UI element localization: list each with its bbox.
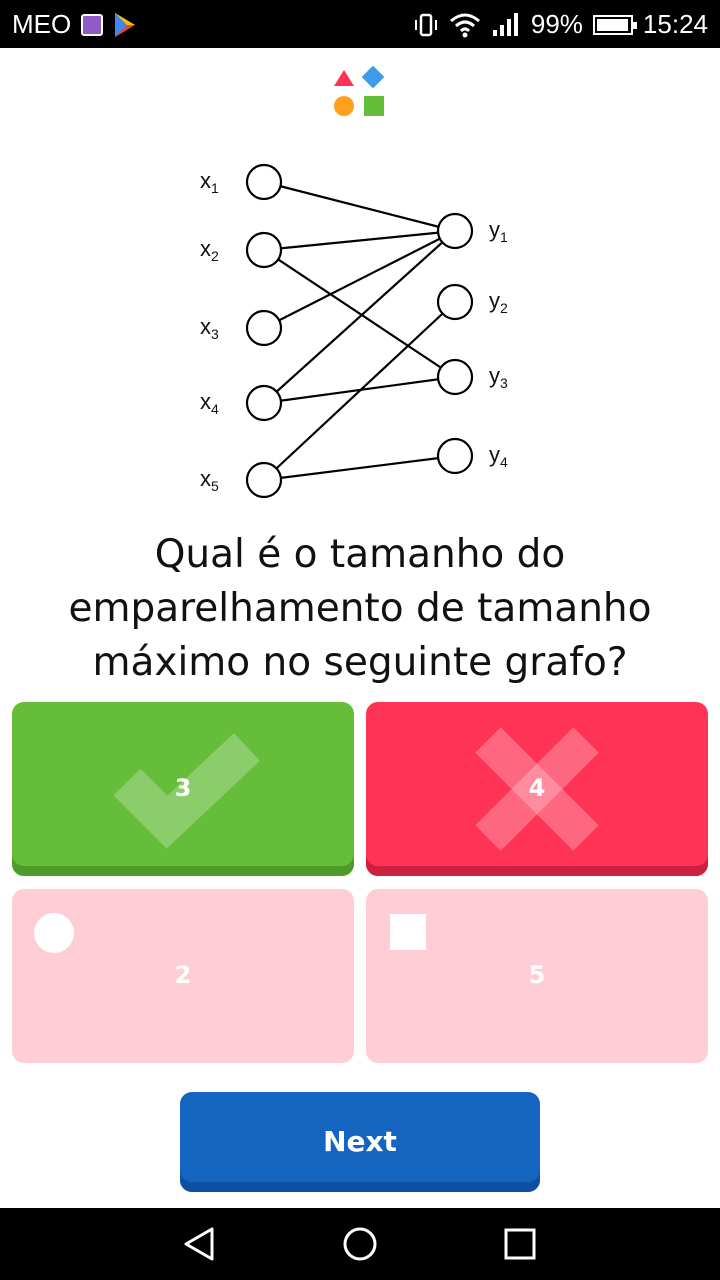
- wifi-icon: [449, 13, 480, 37]
- back-icon[interactable]: [182, 1226, 218, 1262]
- edge-x5-y4: [263, 454, 456, 482]
- answer-button-3[interactable]: 3: [12, 702, 354, 876]
- square-icon: [390, 914, 426, 950]
- node-y2: [436, 283, 474, 321]
- edge-x1-y1: [263, 180, 456, 233]
- node-label-y2: y2: [489, 288, 508, 316]
- circle-icon: [34, 913, 74, 953]
- node-label-y3: y3: [489, 363, 508, 391]
- node-x3: [245, 309, 283, 347]
- graph-edges: [263, 180, 456, 482]
- node-label-y4: y4: [489, 442, 508, 470]
- node-y1: [436, 212, 474, 250]
- node-y3: [436, 358, 474, 396]
- answer-label: 4: [528, 774, 546, 802]
- play-store-icon: [115, 12, 136, 37]
- status-bar: MEO 99% 15:24: [0, 0, 720, 48]
- next-button[interactable]: Next: [180, 1092, 540, 1192]
- answer-label: 2: [174, 961, 192, 989]
- node-y4: [436, 437, 474, 475]
- edge-x5-y2: [263, 301, 456, 481]
- gallery-notification-icon: [81, 13, 104, 36]
- node-label-x1: x1: [200, 168, 219, 196]
- status-left: MEO: [12, 9, 137, 40]
- answer-label: 5: [528, 961, 546, 989]
- home-icon[interactable]: [342, 1226, 378, 1262]
- node-x4: [245, 384, 283, 422]
- recents-icon[interactable]: [502, 1226, 538, 1262]
- answer-button-5[interactable]: 5: [366, 889, 708, 1063]
- carrier-label: MEO: [12, 9, 72, 39]
- graph-nodes: x1 x2 x3 x4 x5 y1 y2 y3 y4: [200, 163, 508, 499]
- clock: 15:24: [642, 9, 708, 39]
- edge-x4-y1: [263, 230, 456, 404]
- node-label-x2: x2: [200, 236, 219, 264]
- node-x5: [245, 461, 283, 499]
- node-label-x5: x5: [200, 466, 219, 494]
- question-line-2: emparelhamento de tamanho: [68, 586, 652, 631]
- status-right: 99% 15:24: [413, 9, 708, 40]
- question-line-3: máximo no seguinte grafo?: [92, 640, 628, 685]
- question-line-1: Qual é o tamanho do: [154, 532, 566, 577]
- shapes-logo-icon: [334, 66, 385, 116]
- navigation-bar: [0, 1208, 720, 1280]
- node-label-y1: y1: [489, 217, 508, 245]
- node-x2: [245, 231, 283, 269]
- battery-icon: [592, 14, 637, 35]
- answer-label: 3: [174, 774, 192, 802]
- node-label-x4: x4: [200, 389, 219, 417]
- node-label-x3: x3: [200, 314, 219, 342]
- bipartite-graph: x1 x2 x3 x4 x5 y1 y2 y3 y4: [200, 163, 508, 499]
- edge-x2-y1: [263, 229, 456, 252]
- node-x1: [245, 163, 283, 201]
- vibrate-icon: [414, 13, 437, 36]
- answer-button-4[interactable]: 4: [366, 702, 708, 876]
- answer-button-2[interactable]: 2: [12, 889, 354, 1063]
- battery-percent: 99%: [530, 9, 583, 39]
- question-text: Qual é o tamanho do emparelhamento de ta…: [0, 528, 720, 690]
- signal-icon: [492, 12, 518, 36]
